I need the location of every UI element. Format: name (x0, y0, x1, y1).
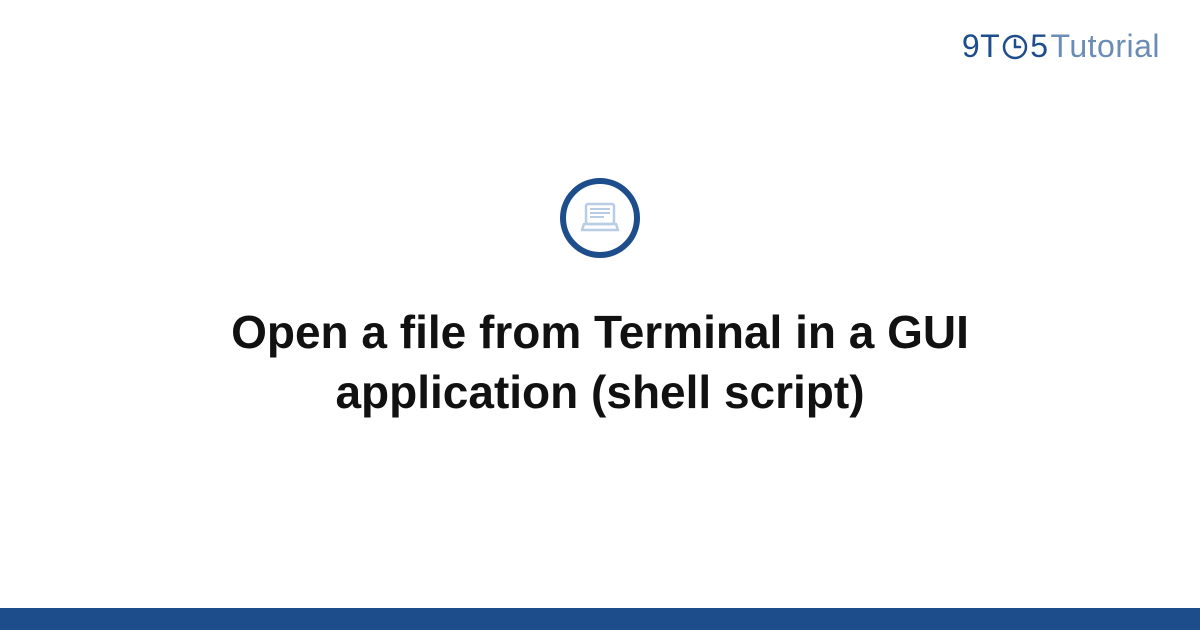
main-content: Open a file from Terminal in a GUI appli… (0, 0, 1200, 630)
laptop-icon (560, 178, 640, 258)
footer-bar (0, 608, 1200, 630)
page-title: Open a file from Terminal in a GUI appli… (100, 303, 1100, 423)
